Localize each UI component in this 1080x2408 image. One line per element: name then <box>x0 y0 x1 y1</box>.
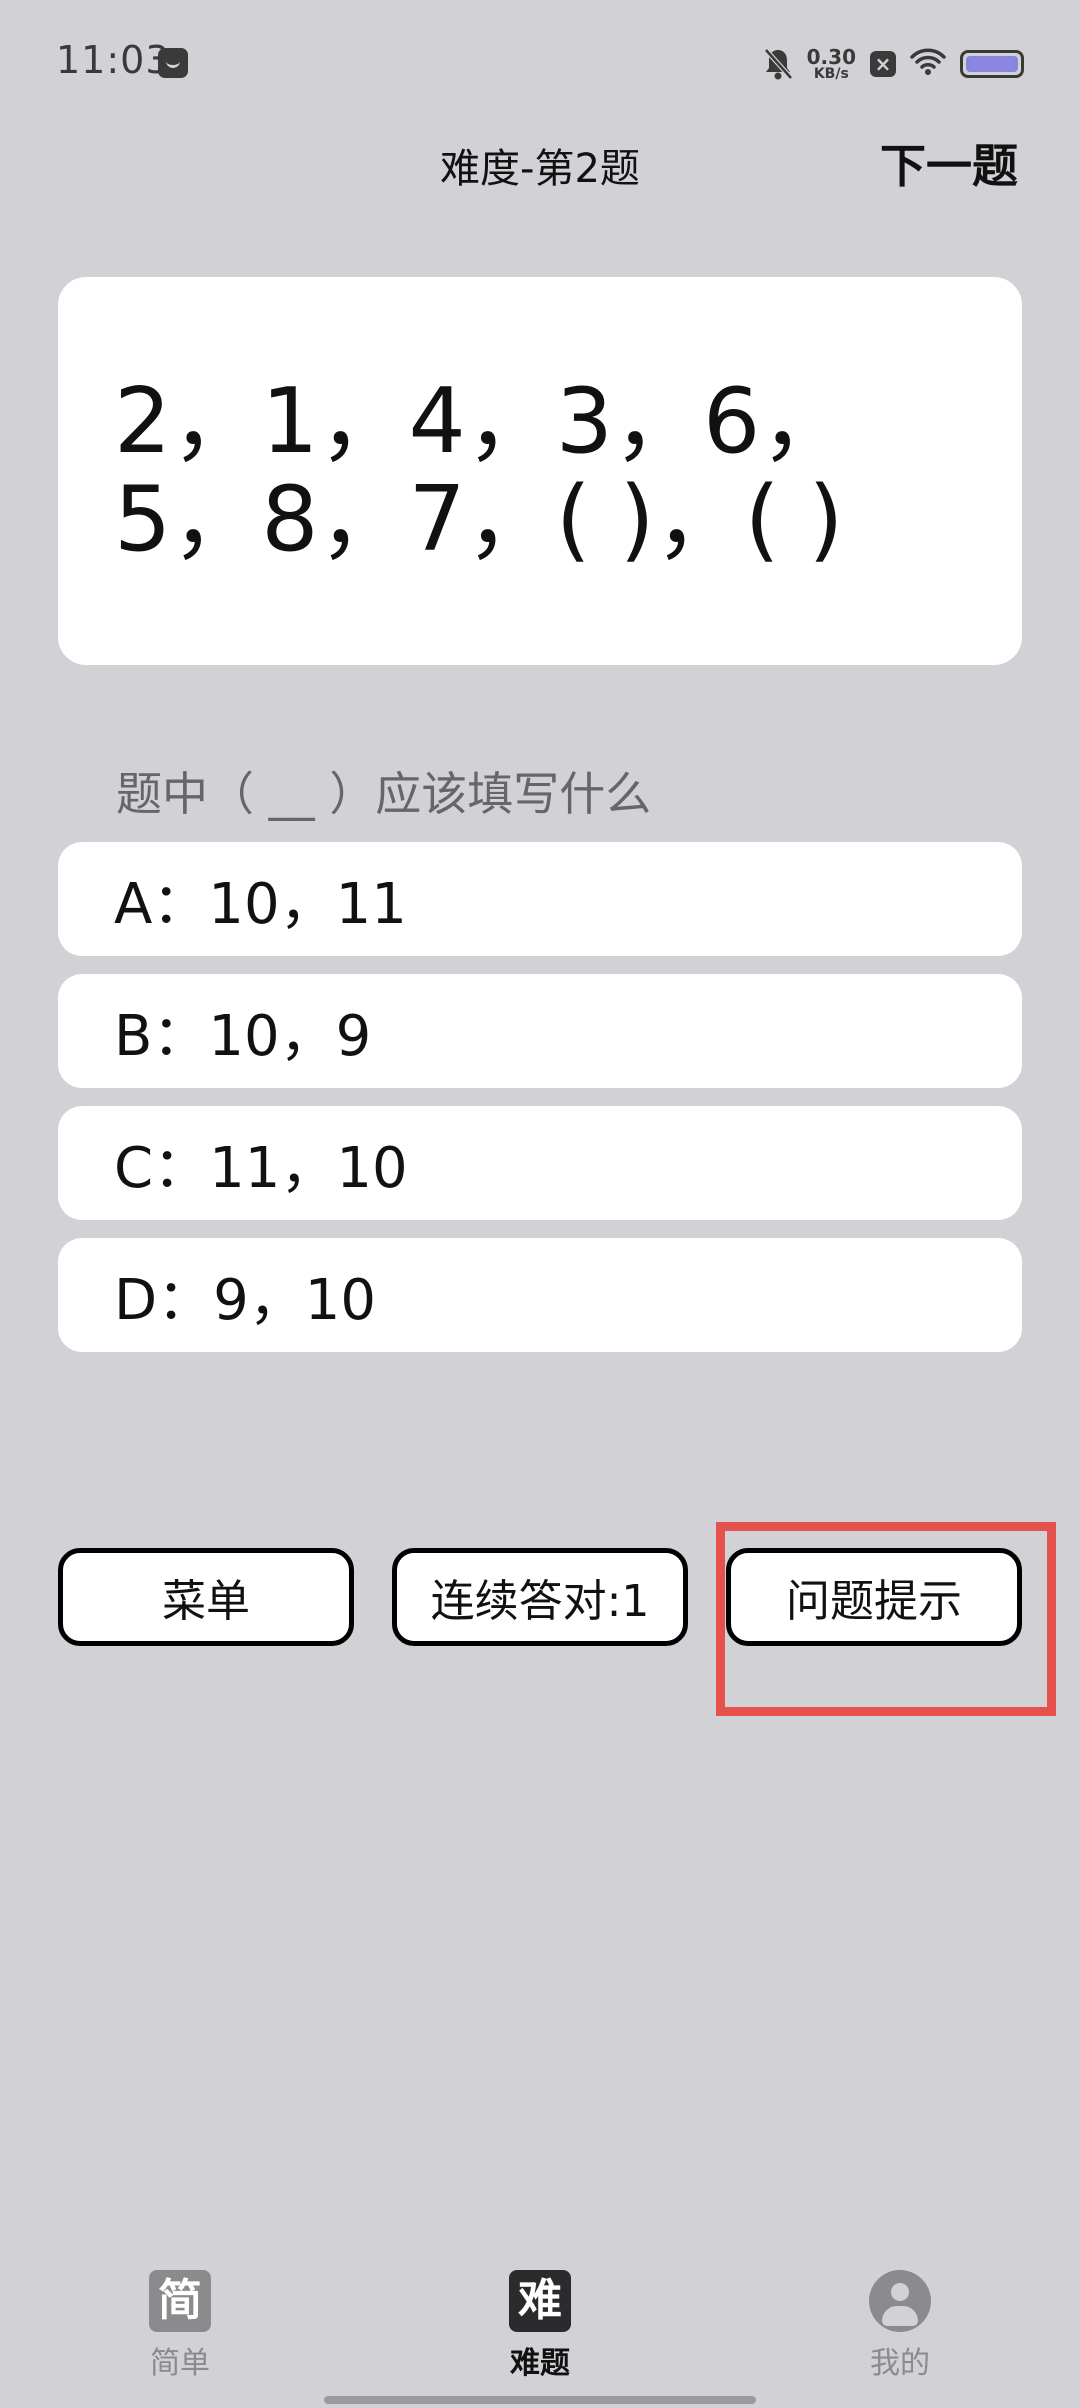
close-box-icon: × <box>870 51 896 77</box>
status-bar: 11:03 0.30 KB/s × <box>0 0 1080 120</box>
easy-icon: 简 <box>149 2270 211 2332</box>
option-a[interactable]: A：10，11 <box>58 842 1022 956</box>
next-question-button[interactable]: 下一题 <box>880 130 1018 196</box>
status-time: 11:03 <box>56 38 171 82</box>
wifi-icon <box>910 48 946 80</box>
status-icons: 0.30 KB/s × <box>763 42 1024 86</box>
home-indicator[interactable] <box>324 2396 756 2404</box>
battery-icon <box>960 50 1024 78</box>
option-d[interactable]: D：9，10 <box>58 1238 1022 1352</box>
hint-button[interactable]: 问题提示 <box>726 1548 1022 1646</box>
option-b[interactable]: B：10，9 <box>58 974 1022 1088</box>
network-speed-value: 0.30 <box>806 45 856 69</box>
streak-button[interactable]: 连续答对:1 <box>392 1548 688 1646</box>
hard-icon: 难 <box>509 2270 571 2332</box>
nav-item-hard[interactable]: 难 难题 <box>450 2270 630 2382</box>
battery-level <box>966 56 1018 72</box>
app-notification-icon <box>158 48 188 78</box>
option-c[interactable]: C：11，10 <box>58 1106 1022 1220</box>
menu-button[interactable]: 菜单 <box>58 1548 354 1646</box>
nav-item-mine[interactable]: 我的 <box>810 2270 990 2382</box>
question-prompt: 题中（ __ ）应该填写什么 <box>116 767 652 821</box>
network-speed: 0.30 KB/s <box>807 47 856 81</box>
bottom-nav: 简 简单 难 难题 我的 <box>0 2270 1080 2408</box>
question-card: 2，1，4，3，6，5，8，7，( )，( ) <box>58 277 1022 665</box>
user-icon <box>869 2270 931 2332</box>
nav-item-easy[interactable]: 简 简单 <box>90 2270 270 2382</box>
nav-label-easy: 简单 <box>150 2346 210 2381</box>
question-sequence: 2，1，4，3，6，5，8，7，( )，( ) <box>114 369 851 572</box>
nav-label-hard: 难题 <box>510 2346 570 2381</box>
nav-label-mine: 我的 <box>870 2346 930 2381</box>
network-speed-unit: KB/s <box>813 66 849 82</box>
bell-muted-icon <box>763 47 793 81</box>
